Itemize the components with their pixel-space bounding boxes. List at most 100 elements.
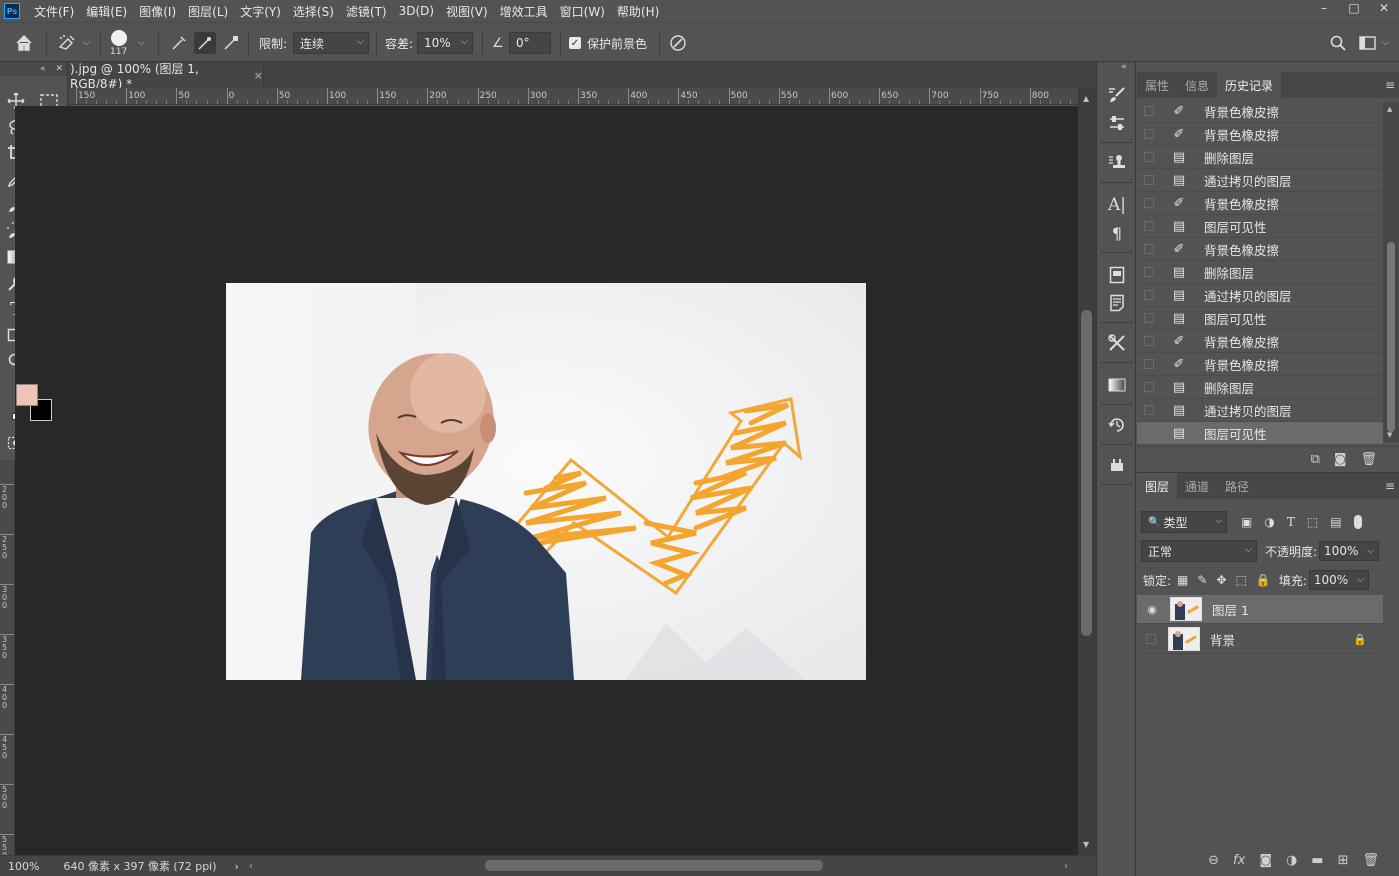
scroll-down-icon[interactable]: ▼ — [1083, 840, 1089, 849]
close-tab-icon[interactable]: × — [254, 69, 263, 82]
lock-icon[interactable]: 🔒 — [1353, 633, 1367, 646]
menu-select[interactable]: 选择(S) — [293, 3, 334, 20]
history-scroll-thumb[interactable] — [1387, 242, 1395, 432]
history-snapshot-checkbox[interactable] — [1144, 336, 1154, 346]
filter-type-icon[interactable]: T — [1287, 515, 1295, 529]
filter-smart-object-icon[interactable]: ▤ — [1330, 515, 1341, 529]
menu-plugins[interactable]: 增效工具 — [500, 3, 548, 20]
history-snapshot-checkbox[interactable] — [1144, 198, 1154, 208]
home-icon[interactable] — [14, 33, 34, 53]
history-item[interactable]: ✐ 背景色橡皮擦 — [1137, 100, 1383, 123]
sampling-once-icon[interactable] — [194, 32, 216, 54]
paragraph-styles-icon[interactable] — [1105, 292, 1129, 314]
panel-menu-icon[interactable]: ≡ — [1385, 78, 1395, 92]
brush-preview-icon[interactable] — [110, 29, 127, 46]
lock-image-icon[interactable]: ✎ — [1197, 573, 1207, 587]
history-snapshot-checkbox[interactable] — [1144, 221, 1154, 231]
opacity-input[interactable]: 100% ⌵ — [1319, 541, 1380, 561]
scroll-left-icon[interactable]: ‹ — [249, 861, 253, 872]
gradients-icon[interactable] — [1105, 374, 1129, 396]
filter-toggle-icon[interactable] — [1353, 515, 1362, 529]
scroll-up-icon[interactable]: ▲ — [1083, 94, 1089, 103]
history-snapshot-checkbox[interactable] — [1144, 175, 1154, 185]
trash-icon[interactable]: 🗑 — [1360, 452, 1377, 467]
lock-all-icon[interactable]: 🔒 — [1256, 573, 1271, 587]
history-scrollbar[interactable]: ▲ ▼ — [1383, 102, 1399, 442]
menu-edit[interactable]: 编辑(E) — [86, 3, 127, 20]
history-snapshot-checkbox[interactable] — [1144, 267, 1154, 277]
menu-window[interactable]: 窗口(W) — [560, 3, 605, 20]
history-snapshot-checkbox[interactable] — [1144, 244, 1154, 254]
limits-dropdown[interactable]: 连续 ⌵ — [293, 32, 369, 54]
tolerance-input[interactable]: 10% ⌵ — [417, 32, 473, 54]
document-image[interactable] — [226, 283, 866, 680]
scroll-down-icon[interactable]: ▼ — [1387, 431, 1392, 439]
layer-thumbnail[interactable] — [1170, 597, 1202, 621]
link-layers-icon[interactable]: ⊖ — [1208, 853, 1219, 868]
scroll-up-icon[interactable]: ▲ — [1387, 105, 1392, 113]
lock-transparent-icon[interactable]: ▦ — [1177, 573, 1188, 587]
history-item[interactable]: ▤ 图层可见性 — [1137, 215, 1383, 238]
menu-layer[interactable]: 图层(L) — [188, 3, 228, 20]
layer-name[interactable]: 图层 1 — [1212, 600, 1249, 619]
character-styles-icon[interactable] — [1105, 264, 1129, 286]
trash-icon[interactable]: 🗑 — [1362, 853, 1379, 868]
new-group-icon[interactable]: ▬ — [1311, 853, 1323, 868]
history-item[interactable]: ✐ 背景色橡皮擦 — [1137, 353, 1383, 376]
menu-filter[interactable]: 滤镜(T) — [346, 3, 387, 20]
maximize-button[interactable]: □ — [1339, 0, 1369, 16]
tab-channels[interactable]: 通道 — [1177, 473, 1217, 499]
plugins-panel-icon[interactable] — [1105, 454, 1129, 476]
layer-name[interactable]: 背景 — [1210, 630, 1235, 649]
close-window-button[interactable]: ✕ — [1369, 0, 1399, 16]
history-snapshot-checkbox[interactable] — [1144, 313, 1154, 323]
strip-collapse-icon[interactable]: « — [1121, 62, 1127, 72]
vertical-scrollbar[interactable]: ▲ ▼ — [1078, 88, 1096, 855]
history-item[interactable]: ▤ 图层可见性 — [1137, 307, 1383, 330]
clone-source-icon[interactable] — [1105, 152, 1129, 174]
search-icon[interactable] — [1329, 34, 1347, 52]
lock-artboard-icon[interactable]: ⬚ — [1236, 573, 1247, 587]
blend-mode-dropdown[interactable]: 正常 ⌵ — [1141, 540, 1257, 562]
sampling-swatch-icon[interactable] — [220, 32, 242, 54]
eye-icon[interactable]: ◉ — [1146, 603, 1158, 616]
paragraph-icon[interactable]: ¶ — [1105, 222, 1129, 244]
close-panel-icon[interactable]: ✕ — [55, 64, 63, 74]
layer-row[interactable]: 背景 🔒 — [1137, 625, 1383, 654]
history-item[interactable]: ✐ 背景色橡皮擦 — [1137, 238, 1383, 261]
layer-filter-dropdown[interactable]: 🔍 类型 ⌵ — [1141, 511, 1227, 533]
camera-snapshot-icon[interactable]: ◙ — [1334, 452, 1347, 467]
workspace-icon[interactable] — [1359, 35, 1377, 51]
brush-settings-icon[interactable] — [1105, 84, 1129, 106]
layer-thumbnail[interactable] — [1168, 627, 1200, 651]
adjustments-sliders-icon[interactable] — [1105, 112, 1129, 134]
layer-row[interactable]: ◉ 图层 1 — [1137, 595, 1383, 624]
collapse-icon[interactable]: « — [40, 64, 46, 74]
menu-file[interactable]: 文件(F) — [34, 3, 74, 20]
new-document-from-state-icon[interactable]: ⧉ — [1311, 452, 1320, 467]
filter-pixel-icon[interactable]: ▣ — [1241, 515, 1252, 529]
history-item[interactable]: ▤ 通过拷贝的图层 — [1137, 169, 1383, 192]
sampling-continuous-icon[interactable] — [168, 32, 190, 54]
history-item[interactable]: ▤ 通过拷贝的图层 — [1137, 399, 1383, 422]
tab-history[interactable]: 历史记录 — [1217, 72, 1282, 98]
zoom-level[interactable]: 100% — [8, 860, 39, 873]
scroll-right-icon[interactable]: › — [1064, 861, 1068, 872]
new-layer-icon[interactable]: ⊞ — [1338, 853, 1349, 868]
tab-paths[interactable]: 路径 — [1217, 473, 1257, 499]
menu-view[interactable]: 视图(V) — [446, 3, 488, 20]
pressure-size-icon[interactable] — [669, 34, 687, 52]
history-item[interactable]: ✐ 背景色橡皮擦 — [1137, 123, 1383, 146]
character-icon[interactable]: A| — [1105, 194, 1129, 216]
menu-image[interactable]: 图像(I) — [139, 3, 176, 20]
history-snapshot-checkbox[interactable] — [1144, 152, 1154, 162]
tab-info[interactable]: 信息 — [1177, 72, 1217, 98]
history-panel-icon[interactable] — [1105, 414, 1129, 436]
layer-style-icon[interactable]: fx — [1233, 853, 1245, 868]
history-item[interactable]: ▤ 图层可见性 — [1137, 422, 1383, 445]
add-mask-icon[interactable]: ◙ — [1259, 853, 1272, 868]
history-snapshot-checkbox[interactable] — [1144, 382, 1154, 392]
history-item[interactable]: ✐ 背景色橡皮擦 — [1137, 330, 1383, 353]
vertical-scroll-thumb[interactable] — [1081, 310, 1092, 636]
brush-picker-chevron-icon[interactable]: ⌵ — [138, 38, 145, 48]
